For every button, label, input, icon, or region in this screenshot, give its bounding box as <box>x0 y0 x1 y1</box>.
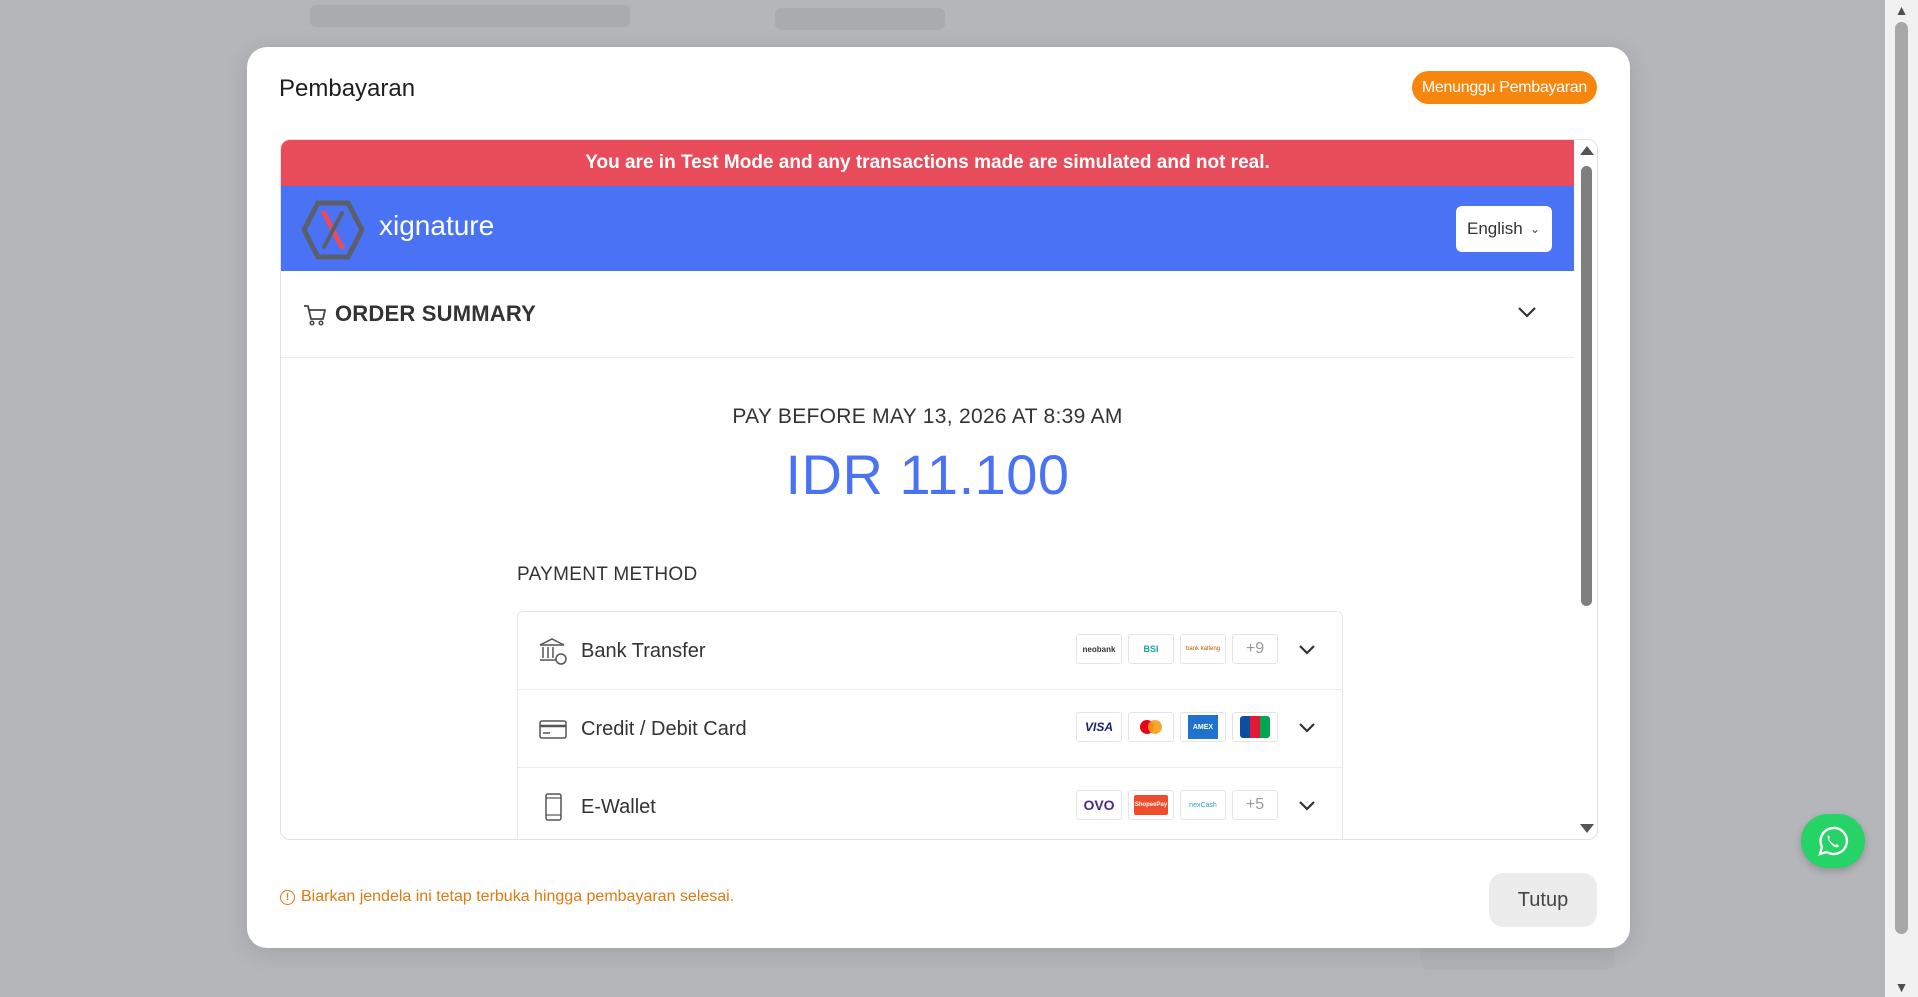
cart-icon <box>304 305 326 326</box>
page-scrollbar-thumb[interactable] <box>1895 22 1908 934</box>
chevron-down-icon <box>1518 307 1536 318</box>
language-select[interactable]: English ⌄ <box>1456 206 1552 252</box>
scroll-down-arrow-icon[interactable]: ▼ <box>1885 977 1918 997</box>
jcb-logo <box>1232 712 1278 742</box>
bank-kalteng-logo: bank kalteng <box>1180 634 1226 664</box>
chevron-down-icon <box>1299 801 1315 811</box>
frame-scrollbar[interactable] <box>1576 140 1597 839</box>
chevron-down-icon: ⌄ <box>1529 222 1540 236</box>
scroll-up-arrow-icon[interactable] <box>1580 146 1594 155</box>
payment-method-label: Credit / Debit Card <box>581 718 747 740</box>
payment-method-logos: neobank BSI bank kalteng +9 <box>1076 634 1278 664</box>
keep-open-notice: ! Biarkan jendela ini tetap terbuka hing… <box>280 888 734 906</box>
scroll-down-arrow-icon[interactable] <box>1580 824 1594 833</box>
status-badge: Menunggu Pembayaran <box>1411 71 1597 104</box>
neobank-logo: neobank <box>1076 634 1122 664</box>
xignature-logo-icon <box>302 200 364 260</box>
payment-method-logos: OVO ShopeePay nexCash +5 <box>1076 790 1278 820</box>
payment-method-e-wallet[interactable]: E-Wallet OVO ShopeePay nexCash +5 <box>518 768 1342 839</box>
nexcash-logo: nexCash <box>1180 790 1226 820</box>
scroll-up-arrow-icon[interactable]: ▲ <box>1885 0 1918 20</box>
payment-method-title: PAYMENT METHOD <box>517 564 698 585</box>
payment-amount: IDR 11.100 <box>785 443 1070 506</box>
shopeepay-logo: ShopeePay <box>1128 790 1174 820</box>
phone-icon <box>545 793 562 821</box>
brand-header: xignature English ⌄ <box>281 186 1574 271</box>
payment-method-credit-debit-card[interactable]: Credit / Debit Card VISA AMEX <box>518 690 1342 768</box>
language-select-value: English <box>1467 219 1523 238</box>
payment-frame-content: You are in Test Mode and any transaction… <box>281 140 1574 839</box>
info-icon: ! <box>280 889 295 905</box>
background-placeholder <box>310 5 630 27</box>
bsi-logo: BSI <box>1128 634 1174 664</box>
payment-frame: You are in Test Mode and any transaction… <box>280 139 1598 840</box>
payment-method-label: E-Wallet <box>581 796 656 818</box>
chevron-down-icon <box>1299 723 1315 733</box>
modal-title: Pembayaran <box>279 75 416 102</box>
credit-card-icon <box>539 720 567 739</box>
close-button[interactable]: Tutup <box>1489 873 1597 927</box>
pay-before-deadline: PAY BEFORE MAY 13, 2026 AT 8:39 AM <box>732 405 1123 428</box>
payment-method-label: Bank Transfer <box>581 640 706 662</box>
mastercard-icon <box>1140 720 1162 734</box>
visa-logo: VISA <box>1076 712 1122 742</box>
payment-method-list: Bank Transfer neobank BSI bank kalteng +… <box>517 611 1343 839</box>
ovo-logo: OVO <box>1076 790 1122 820</box>
mastercard-logo <box>1128 712 1174 742</box>
notice-text: Biarkan jendela ini tetap terbuka hingga… <box>301 888 735 905</box>
order-summary-toggle[interactable]: ORDER SUMMARY <box>281 271 1574 358</box>
bank-icon <box>539 638 567 665</box>
frame-scrollbar-thumb[interactable] <box>1581 166 1592 606</box>
brand-name: xignature <box>379 210 495 241</box>
background-placeholder <box>775 8 945 30</box>
test-mode-banner: You are in Test Mode and any transaction… <box>281 140 1574 186</box>
payment-modal: Pembayaran Menunggu Pembayaran You are i… <box>247 47 1630 948</box>
payment-method-bank-transfer[interactable]: Bank Transfer neobank BSI bank kalteng +… <box>518 612 1342 690</box>
whatsapp-chat-button[interactable] <box>1801 814 1865 868</box>
chevron-down-icon <box>1299 645 1315 655</box>
amex-logo: AMEX <box>1180 712 1226 742</box>
payment-method-logos: VISA AMEX <box>1076 712 1278 742</box>
more-banks-count: +9 <box>1232 634 1278 664</box>
more-ewallets-count: +5 <box>1232 790 1278 820</box>
order-summary-title: ORDER SUMMARY <box>335 301 537 326</box>
page-scrollbar[interactable]: ▲ ▼ <box>1885 0 1918 997</box>
whatsapp-icon <box>1818 826 1849 856</box>
